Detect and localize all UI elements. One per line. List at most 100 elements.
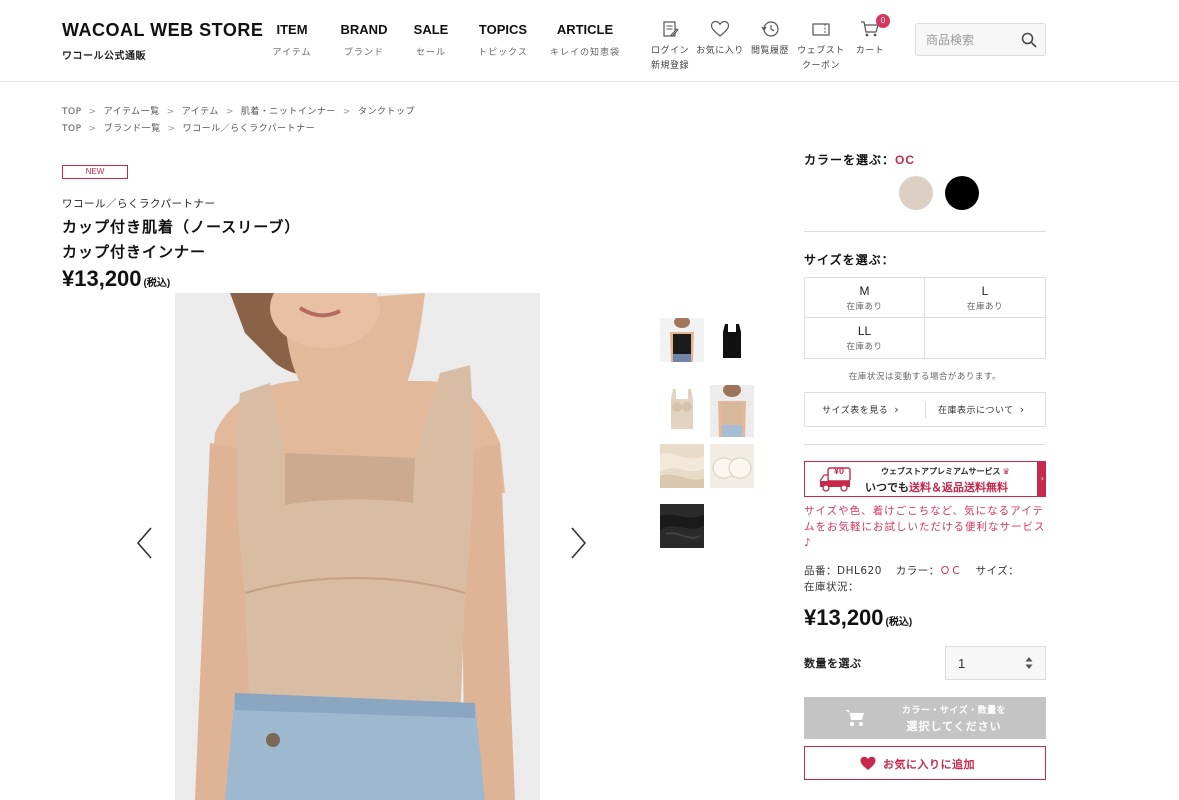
stock-status: 在庫あり <box>966 302 1003 312</box>
price-value: ¥13,200 <box>804 605 884 630</box>
thumbnail-fabric-detail[interactable] <box>660 444 704 488</box>
product-brand[interactable]: ワコール／らくラクパートナー <box>62 196 215 211</box>
quantity-select[interactable]: 1 <box>945 646 1046 680</box>
premium-title: ウェブストアプレミアムサービス ♛ <box>881 466 1010 477</box>
thumbnail-black-detail[interactable] <box>660 504 704 548</box>
premium-service-banner[interactable]: ¥0 ウェブストアプレミアムサービス ♛ いつでも送料＆返品送料無料 › <box>804 461 1046 497</box>
zero-yen-label: ¥0 <box>834 466 845 476</box>
search-icon[interactable] <box>1021 32 1037 48</box>
divider <box>804 231 1046 232</box>
nav-sublabel: トピックス <box>478 48 528 58</box>
breadcrumb-link[interactable]: タンクトップ <box>358 107 415 117</box>
nav-item-sale[interactable]: SALE セール <box>410 22 452 58</box>
premium-tagline-prefix: いつでも <box>865 481 909 494</box>
premium-tagline: いつでも送料＆返品送料無料 <box>865 479 1008 495</box>
product-code: DHL620 <box>837 565 882 577</box>
product-main-image[interactable] <box>175 293 540 800</box>
thumbnail-beige-model[interactable] <box>710 385 754 437</box>
coupon-link[interactable]: ウェブスト クーポン <box>796 20 846 74</box>
login-icon <box>663 21 679 37</box>
size-links: サイズ表を見る › 在庫表示について › <box>804 392 1046 427</box>
nav-label: ARTICLE <box>556 22 614 37</box>
breadcrumb-link[interactable]: TOP <box>62 124 82 134</box>
coupon-label-2: クーポン <box>801 61 840 71</box>
color-select-title: カラーを選ぶ：OC <box>804 151 915 168</box>
selected-color: OC <box>895 153 916 167</box>
thumbnail-black-model[interactable] <box>660 318 704 362</box>
cart-button-line1: カラー・サイズ・数量を <box>901 706 1007 716</box>
thumbnail-cup-detail[interactable] <box>710 444 754 488</box>
chevron-right-icon: › <box>894 403 900 416</box>
breadcrumb-link[interactable]: TOP <box>62 107 82 117</box>
search-input[interactable] <box>916 24 1016 55</box>
model-photo <box>175 293 540 800</box>
coupon-label: ウェブスト <box>797 46 845 56</box>
breadcrumb: TOP > アイテム一覧 > アイテム > 肌着・ニットインナー > タンクトップ <box>62 104 415 117</box>
add-to-cart-button[interactable]: カラー・サイズ・数量を 選択してください <box>804 697 1046 739</box>
history-link[interactable]: 閲覧履歴 <box>748 20 792 59</box>
quantity-label: 数量を選ぶ <box>804 657 862 670</box>
nav-label: ITEM <box>276 22 308 37</box>
product-price: ¥13,200 (税込) <box>62 266 170 292</box>
size-option-m[interactable]: M 在庫あり <box>805 278 925 318</box>
product-name: カップ付き肌着（ノースリーブ） <box>62 218 301 236</box>
size-option-ll[interactable]: LL 在庫あり <box>805 318 925 358</box>
nav-label: SALE <box>413 22 449 37</box>
new-badge: NEW <box>62 165 128 179</box>
color-swatch-oc[interactable] <box>899 176 933 210</box>
chevron-right-icon: > <box>342 107 351 117</box>
nav-sublabel: セール <box>415 48 446 58</box>
crown-icon: ♛ <box>1002 467 1010 476</box>
prev-image-arrow-icon[interactable] <box>133 525 157 561</box>
nav-item-brand[interactable]: BRAND ブランド <box>338 22 390 58</box>
premium-tagline-highlight: 送料＆返品送料無料 <box>909 481 1008 494</box>
add-to-favorites-button[interactable]: お気に入りに追加 <box>804 746 1046 780</box>
thumbnail-image <box>660 504 704 548</box>
size-chart-link[interactable]: サイズ表を見る › <box>822 393 899 426</box>
thumbnail-image <box>660 444 704 488</box>
nav-item-topics[interactable]: TOPICS トピックス <box>474 22 532 58</box>
tax-label: (税込) <box>143 278 171 289</box>
size-option-l[interactable]: L 在庫あり <box>925 278 1045 318</box>
color-swatch-black[interactable] <box>945 176 979 210</box>
search-box <box>915 23 1046 56</box>
price-value: ¥13,200 <box>62 266 142 291</box>
divider <box>804 444 1046 445</box>
product-subname: カップ付きインナー <box>62 243 207 261</box>
breadcrumb-link[interactable]: ブランド一覧 <box>104 124 161 134</box>
thumbnail-image <box>660 385 704 429</box>
login-link[interactable]: ログイン 新規登録 <box>648 20 692 74</box>
breadcrumb-link[interactable]: アイテム <box>182 107 219 117</box>
chevron-right-icon: > <box>166 107 175 117</box>
product-spec-line: 品番：DHL620 カラー：ＯＣ サイズ： <box>804 563 1019 578</box>
cart-button-line2: 選択してください <box>906 720 1002 733</box>
stock-info-link[interactable]: 在庫表示について › <box>938 393 1025 426</box>
heart-icon <box>860 756 876 770</box>
size-label: サイズ： <box>975 565 1020 577</box>
size-grid: M 在庫あり L 在庫あり LL 在庫あり <box>804 277 1046 359</box>
breadcrumb-link[interactable]: アイテム一覧 <box>104 107 160 117</box>
breadcrumb-link[interactable]: 肌着・ニットインナー <box>241 107 336 117</box>
nav-item-item[interactable]: ITEM アイテム <box>269 22 315 58</box>
favorites-label: お気に入り <box>696 46 744 56</box>
thumbnail-beige-flat[interactable] <box>660 385 704 429</box>
size-label: M <box>859 284 870 298</box>
premium-description: サイズや色、着けごこちなど、気になるアイテムをお気軽にお試しいただける便利なサー… <box>804 505 1046 549</box>
nav-sublabel: ブランド <box>343 48 384 58</box>
stock-info-label: 在庫表示について <box>938 406 1014 416</box>
nav-sublabel: キレイの知恵袋 <box>550 48 621 58</box>
coupon-icon <box>812 23 830 36</box>
cart-link[interactable]: 0 カート <box>852 14 890 59</box>
thumbnail-black-flat[interactable] <box>710 318 754 362</box>
chevron-right-icon: > <box>88 107 97 117</box>
favorites-link[interactable]: お気に入り <box>696 20 744 59</box>
next-image-arrow-icon[interactable] <box>566 525 590 561</box>
heart-icon <box>710 20 730 37</box>
thumbnail-image <box>710 444 754 488</box>
nav-item-article[interactable]: ARTICLE キレイの知恵袋 <box>550 22 620 58</box>
breadcrumb-brand: TOP > ブランド一覧 > ワコール／らくラクパートナー <box>62 121 315 134</box>
breadcrumb-link[interactable]: ワコール／らくラクパートナー <box>183 124 316 134</box>
site-logo[interactable]: WACOAL WEB STORE ワコール公式通販 <box>62 20 263 62</box>
thumbnail-image <box>660 318 704 362</box>
nav-sublabel: アイテム <box>272 48 312 58</box>
